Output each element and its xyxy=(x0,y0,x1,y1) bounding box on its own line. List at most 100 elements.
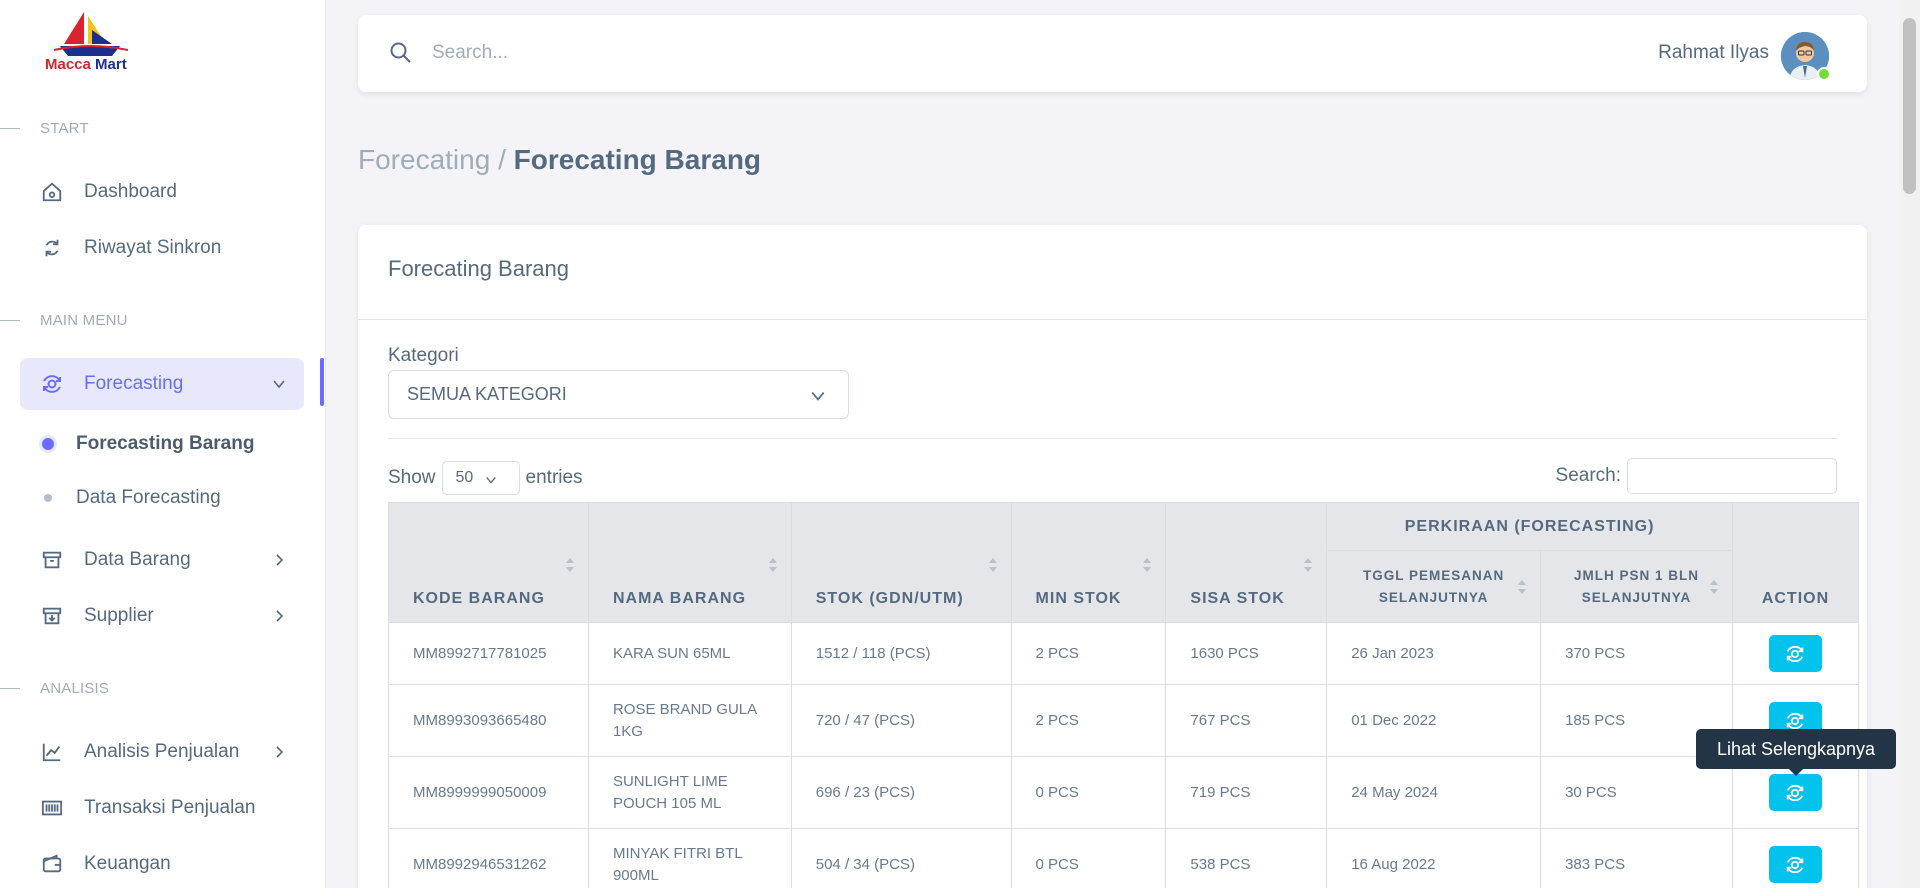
logo-text: Macca Mart xyxy=(45,56,127,73)
forecasting-table: KODE BARANG NAMA BARANG STOK (GDN/UTM) M… xyxy=(388,502,1860,888)
view-detail-button[interactable] xyxy=(1768,846,1822,883)
table-search-input[interactable] xyxy=(1627,458,1837,494)
forecast-eye-icon xyxy=(40,372,64,396)
chevron-down-icon xyxy=(485,476,496,484)
cell-action xyxy=(1731,828,1860,888)
cell-kode: MM8993093665480 xyxy=(388,684,589,757)
column-header-stok[interactable]: STOK (GDN/UTM) xyxy=(790,502,1012,623)
sidebar-item-forecasting[interactable]: Forecasting xyxy=(20,358,304,410)
column-header-jmlh-psn[interactable]: JMLH PSN 1 BLN SELANJUTNYA xyxy=(1540,550,1733,623)
card-title: Forecating Barang xyxy=(388,256,569,281)
global-search-input[interactable] xyxy=(432,33,1032,73)
cell-kode: MM8992717781025 xyxy=(388,622,589,685)
search-icon xyxy=(388,40,412,69)
column-header-nama-barang[interactable]: NAMA BARANG xyxy=(587,502,792,623)
table-row: MM8992717781025 KARA SUN 65ML 1512 / 118… xyxy=(388,622,1860,685)
cell-sisa-stok: 538 PCS xyxy=(1165,828,1328,888)
cell-sisa-stok: 1630 PCS xyxy=(1165,622,1328,685)
sort-icon xyxy=(768,558,777,572)
cell-action xyxy=(1731,622,1860,685)
active-dot-icon xyxy=(42,438,54,450)
sidebar-item-riwayat-sinkron[interactable]: Riwayat Sinkron xyxy=(20,222,304,274)
kategori-label: Kategori xyxy=(388,345,459,366)
table-search: Search: xyxy=(1556,458,1837,494)
sort-icon xyxy=(1709,579,1718,594)
sidebar-subitem-data-forecasting[interactable]: Data Forecasting xyxy=(44,480,221,516)
sort-icon xyxy=(988,558,997,572)
cell-tggl: 24 May 2024 xyxy=(1326,756,1542,829)
forecasting-card: Forecating Barang Kategori SEMUA KATEGOR… xyxy=(358,225,1867,888)
dot-icon xyxy=(44,494,52,502)
scrollbar-thumb[interactable] xyxy=(1903,18,1916,194)
cell-nama: MINYAK FITRI BTL 900ML xyxy=(587,828,792,888)
sync-icon xyxy=(40,236,64,260)
column-header-kode-barang[interactable]: KODE BARANG xyxy=(388,502,589,623)
cell-min-stok: 2 PCS xyxy=(1010,622,1167,685)
cell-nama: SUNLIGHT LIME POUCH 105 ML xyxy=(587,756,792,829)
tooltip: Lihat Selengkapnya xyxy=(1696,729,1896,776)
cell-min-stok: 2 PCS xyxy=(1010,684,1167,757)
macca-mart-logo[interactable]: Macca Mart xyxy=(42,6,138,76)
line-chart-icon xyxy=(40,740,64,764)
column-header-min-stok[interactable]: MIN STOK xyxy=(1010,502,1167,623)
chevron-down-icon xyxy=(272,377,286,396)
forecast-eye-icon xyxy=(1787,856,1804,873)
view-detail-button[interactable] xyxy=(1768,635,1822,672)
page-scrollbar[interactable] xyxy=(1899,0,1920,888)
cell-stok: 504 / 34 (PCS) xyxy=(790,828,1012,888)
cell-kode: MM8999999050009 xyxy=(388,756,589,829)
sort-icon xyxy=(1518,579,1527,594)
view-detail-button[interactable] xyxy=(1768,774,1822,811)
sidebar-item-supplier[interactable]: Supplier xyxy=(20,590,304,642)
cell-kode: MM8992946531262 xyxy=(388,828,589,888)
column-header-tggl-pemesanan[interactable]: TGGL PEMESANAN SELANJUTNYA xyxy=(1326,550,1542,623)
sort-icon xyxy=(1143,558,1152,572)
page-title: Forecating Barang xyxy=(513,144,762,175)
chevron-right-icon xyxy=(272,745,286,764)
box-download-icon xyxy=(40,604,64,628)
chevron-down-icon xyxy=(810,388,826,409)
entries-label: entries xyxy=(525,467,583,488)
cell-tggl: 26 Jan 2023 xyxy=(1326,622,1542,685)
cell-stok: 696 / 23 (PCS) xyxy=(790,756,1012,829)
table-search-label: Search: xyxy=(1555,465,1621,486)
cell-min-stok: 0 PCS xyxy=(1010,756,1167,829)
table-row: MM8999999050009 SUNLIGHT LIME POUCH 105 … xyxy=(388,756,1860,829)
sidebar-subitem-forecasting-barang[interactable]: Forecasting Barang xyxy=(42,426,254,462)
cell-tggl: 16 Aug 2022 xyxy=(1326,828,1542,888)
forecast-eye-icon xyxy=(1787,784,1804,801)
cell-stok: 720 / 47 (PCS) xyxy=(790,684,1012,757)
barcode-icon xyxy=(40,796,64,820)
archive-box-icon xyxy=(40,548,64,572)
chevron-right-icon xyxy=(272,609,286,628)
kategori-select[interactable]: SEMUA KATEGORI xyxy=(388,370,849,419)
kategori-select-value: SEMUA KATEGORI xyxy=(407,384,567,404)
sidebar-item-keuangan[interactable]: Keuangan xyxy=(20,838,304,888)
active-indicator xyxy=(320,358,324,406)
sidebar-item-dashboard[interactable]: Dashboard xyxy=(20,166,304,218)
wallet-icon xyxy=(40,852,64,876)
entries-select[interactable]: 50 xyxy=(441,461,520,495)
breadcrumb-parent[interactable]: Forecating / xyxy=(358,144,506,175)
sidebar-item-data-barang[interactable]: Data Barang xyxy=(20,534,304,586)
online-status-indicator xyxy=(1817,67,1831,81)
cell-jmlh: 370 PCS xyxy=(1540,622,1733,685)
section-start: START xyxy=(0,118,89,138)
ship-logo-icon xyxy=(53,12,129,56)
cell-sisa-stok: 767 PCS xyxy=(1165,684,1328,757)
sidebar-item-transaksi-penjualan[interactable]: Transaksi Penjualan xyxy=(20,782,304,834)
cell-stok: 1512 / 118 (PCS) xyxy=(790,622,1012,685)
table-row: MM8993093665480 ROSE BRAND GULA 1KG 720 … xyxy=(388,684,1860,757)
table-row: MM8992946531262 MINYAK FITRI BTL 900ML 5… xyxy=(388,828,1860,888)
cell-nama: ROSE BRAND GULA 1KG xyxy=(587,684,792,757)
user-name[interactable]: Rahmat Ilyas xyxy=(1658,42,1769,64)
divider xyxy=(388,438,1837,439)
section-main-menu: MAIN MENU xyxy=(0,310,128,330)
sidebar: Macca Mart START Dashboard Riwayat Sinkr… xyxy=(0,0,326,888)
sort-icon xyxy=(565,558,574,572)
cell-nama: KARA SUN 65ML xyxy=(587,622,792,685)
chevron-right-icon xyxy=(272,553,286,572)
column-header-sisa-stok[interactable]: SISA STOK xyxy=(1165,502,1328,623)
divider xyxy=(358,319,1867,320)
sidebar-item-analisis-penjualan[interactable]: Analisis Penjualan xyxy=(20,726,304,778)
